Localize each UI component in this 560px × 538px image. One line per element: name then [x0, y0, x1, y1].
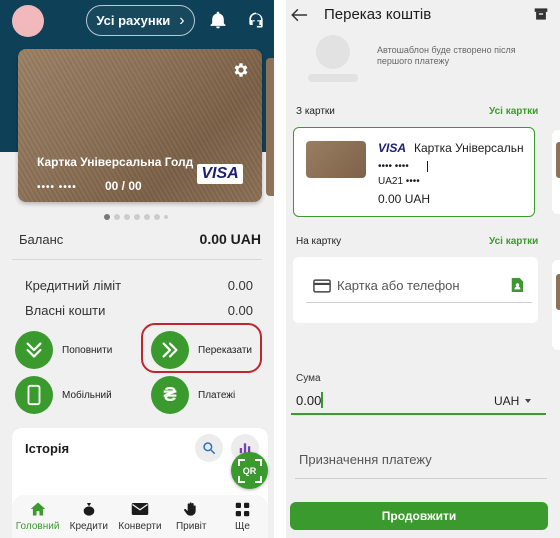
qr-label: QR [242, 465, 257, 476]
currency-select[interactable]: UAH [494, 394, 519, 408]
home-icon [29, 501, 47, 517]
balance-label: Баланс [19, 232, 64, 247]
divider [12, 259, 262, 260]
text-cursor [321, 392, 323, 408]
visa-logo: VISA [378, 141, 407, 155]
visa-logo: VISA [197, 164, 243, 184]
payments-label: Платежі [198, 389, 236, 401]
history-title: Історія [25, 441, 70, 456]
moneybag-icon [80, 501, 98, 517]
search-button[interactable] [195, 434, 223, 462]
avatar[interactable] [12, 5, 44, 37]
nav-label: Головний [15, 521, 60, 532]
input-underline [306, 302, 532, 303]
main-screen: Усі рахунки › Картка Універсальна Голд •… [0, 0, 274, 538]
carousel-dots [104, 214, 168, 220]
carousel-dot [134, 214, 140, 220]
source-card-number: •••• •••• [378, 161, 409, 172]
transfer-highlight [141, 323, 262, 373]
to-card-label: На картку [296, 236, 342, 247]
template-note: Автошаблон буде створено після першого п… [377, 45, 516, 66]
next-card-peek[interactable] [266, 58, 274, 196]
own-funds-label: Власні кошти [25, 303, 106, 318]
bank-card[interactable]: Картка Універсальна Голд •••• •••• 00 / … [18, 49, 262, 202]
nav-item-credits[interactable]: Кредити [63, 495, 114, 538]
template-avatar [316, 35, 350, 69]
hryvnia-icon: ₴ [151, 376, 189, 414]
double-chevron-down-icon [15, 331, 53, 369]
card-expiry: 00 / 00 [105, 179, 142, 193]
search-icon [203, 442, 216, 455]
own-funds-value: 0.00 [227, 303, 253, 318]
continue-button[interactable]: Продовжити [290, 502, 548, 530]
archive-icon[interactable] [534, 7, 548, 21]
all-accounts-label: Усі рахунки [96, 13, 171, 28]
card-thumbnail [306, 141, 366, 178]
nav-item-home[interactable]: Головний [12, 495, 63, 538]
carousel-dot [124, 214, 130, 220]
credit-card-icon [313, 279, 331, 293]
from-all-cards-link[interactable]: Усі картки [489, 106, 538, 117]
credit-limit-value: 0.00 [227, 278, 253, 293]
contacts-icon[interactable] [510, 277, 524, 293]
source-card-name: Картка Універсальн [414, 141, 524, 155]
grid-icon [233, 501, 251, 517]
amount-label: Сума [296, 373, 321, 384]
screen-gap [274, 0, 286, 538]
card-name: Картка Універсальна Голд [37, 155, 194, 169]
bell-icon[interactable] [208, 10, 228, 30]
payments-button[interactable]: ₴ Платежі [151, 376, 235, 414]
nav-label: Конверти [118, 521, 162, 532]
source-card-iban: UA21 •••• [378, 176, 420, 187]
carousel-dot [104, 214, 110, 220]
amount-input[interactable]: 0.00 [296, 393, 321, 408]
support-icon[interactable] [246, 10, 266, 30]
mobile-button[interactable]: Мобільний [15, 376, 112, 414]
next-destination-card-peek[interactable] [552, 260, 560, 350]
nav-label: Привіт [175, 521, 207, 532]
text-cursor [427, 161, 428, 172]
purpose-underline [295, 478, 547, 479]
nav-item-hello[interactable]: Привіт [166, 495, 217, 538]
gear-icon[interactable] [232, 61, 250, 79]
source-card-balance: 0.00 UAH [378, 192, 431, 206]
to-all-cards-link[interactable]: Усі картки [489, 236, 538, 247]
dropdown-arrow-icon[interactable] [525, 399, 531, 403]
amount-underline [291, 413, 546, 415]
envelope-icon [131, 501, 149, 517]
from-card-label: З картки [296, 106, 335, 117]
credit-limit-label: Кредитний ліміт [25, 278, 122, 293]
nav-label: Кредити [69, 521, 108, 532]
nav-item-envelopes[interactable]: Конверти [114, 495, 165, 538]
carousel-dot [144, 214, 150, 220]
card-masked-number: •••• •••• [37, 182, 77, 193]
transfer-screen: Переказ коштів Автошаблон буде створено … [286, 0, 560, 538]
hand-icon [182, 501, 200, 517]
chevron-right-icon: › [179, 11, 185, 29]
destination-card-box: Картка або телефон [293, 257, 538, 323]
back-arrow-icon[interactable] [290, 7, 308, 23]
selected-source-card[interactable]: VISA Картка Універсальн •••• •••• UA21 •… [293, 127, 535, 217]
template-name-placeholder [308, 74, 358, 82]
carousel-dot [154, 214, 160, 220]
phone-icon [15, 376, 53, 414]
all-accounts-button[interactable]: Усі рахунки › [86, 5, 195, 36]
topup-button[interactable]: Поповнити [15, 331, 112, 369]
carousel-dot [164, 215, 168, 219]
card-or-phone-input[interactable]: Картка або телефон [337, 278, 460, 293]
topup-label: Поповнити [62, 344, 113, 356]
balance-value: 0.00 UAH [199, 231, 261, 247]
mobile-label: Мобільний [62, 389, 112, 401]
carousel-dot [114, 214, 120, 220]
nav-label: Ще [234, 521, 250, 532]
nav-item-more[interactable]: Ще [217, 495, 268, 538]
next-source-card-peek[interactable] [552, 130, 560, 214]
page-title: Переказ коштів [324, 6, 432, 23]
payment-purpose-input[interactable]: Призначення платежу [299, 452, 432, 467]
qr-scan-button[interactable]: QR [231, 452, 268, 489]
bottom-nav: Головний Кредити Конверти Привіт Ще [12, 495, 268, 538]
